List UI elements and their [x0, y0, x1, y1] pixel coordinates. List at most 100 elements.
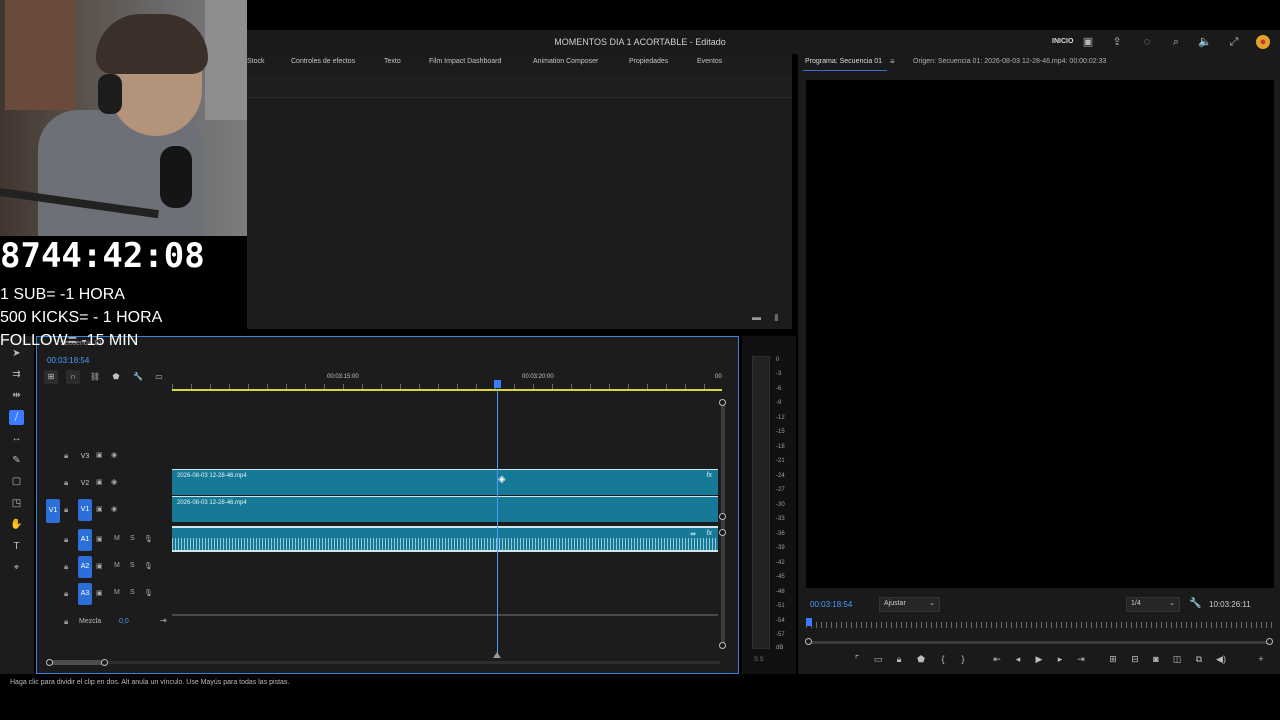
- comparison-view-icon[interactable]: ◫: [1170, 651, 1184, 667]
- wrench-icon[interactable]: 🔧: [1189, 598, 1201, 609]
- add-button-icon[interactable]: +: [1254, 651, 1268, 667]
- linked-selection-icon[interactable]: ⛓: [88, 370, 102, 384]
- overwrite-icon[interactable]: ⊟: [1128, 651, 1142, 667]
- insert-icon[interactable]: ⊞: [1106, 651, 1120, 667]
- go-to-end-icon[interactable]: ⇥: [160, 616, 167, 625]
- type-tool-icon[interactable]: T: [9, 539, 24, 554]
- mark-in-icon[interactable]: ⌜: [850, 651, 864, 667]
- timeline-horizontal-scrollbar[interactable]: [48, 661, 720, 664]
- scroll-end-handle[interactable]: [1266, 638, 1273, 645]
- eye-icon[interactable]: ◉: [111, 451, 117, 459]
- playhead[interactable]: [494, 380, 501, 388]
- share-icon[interactable]: ⇪: [1110, 35, 1124, 49]
- go-to-out-icon[interactable]: ⇥: [1074, 651, 1088, 667]
- step-back-icon[interactable]: ◂: [1011, 651, 1025, 667]
- play-icon[interactable]: ▶: [1032, 651, 1046, 667]
- lock-icon[interactable]: 🔒︎: [64, 451, 68, 461]
- safe-margins-icon[interactable]: ▭: [871, 651, 885, 667]
- solo-button[interactable]: S: [130, 589, 135, 596]
- inicio-button[interactable]: INICIO: [1052, 38, 1073, 45]
- tab-stock[interactable]: Stock: [247, 58, 265, 65]
- lock-icon[interactable]: 🔒︎: [892, 651, 906, 667]
- lock-icon[interactable]: 🔒︎: [64, 505, 68, 515]
- track-label-v3[interactable]: V3: [78, 450, 92, 463]
- scroll-bottom-handle[interactable]: [719, 642, 726, 649]
- trash-icon[interactable]: ▮: [774, 312, 779, 323]
- scroll-top-handle[interactable]: [719, 399, 726, 406]
- step-forward-icon[interactable]: ▸: [1053, 651, 1067, 667]
- fullscreen-icon[interactable]: ⤢: [1227, 35, 1241, 49]
- work-area-bar[interactable]: [172, 389, 722, 391]
- resolution-dropdown[interactable]: 1/4 ⌄: [1126, 597, 1180, 612]
- caption-tool-icon[interactable]: ⌖: [9, 560, 24, 575]
- frame-tool-icon[interactable]: ◳: [9, 496, 24, 511]
- program-time-ruler[interactable]: [806, 622, 1274, 628]
- folder-icon[interactable]: ▬: [752, 312, 761, 322]
- slip-tool-icon[interactable]: ↔: [9, 431, 24, 446]
- meter-solo-buttons[interactable]: S S: [754, 657, 764, 663]
- out-point-icon[interactable]: }: [956, 651, 970, 667]
- mute-button[interactable]: M: [114, 535, 120, 542]
- track-label-v1[interactable]: V1: [78, 499, 92, 521]
- tab-properties[interactable]: Propiedades: [629, 58, 668, 65]
- source-patch-v1[interactable]: V1: [46, 499, 60, 523]
- scroll-end-handle[interactable]: [101, 659, 108, 666]
- sync-lock-icon[interactable]: ▣: [96, 505, 103, 513]
- camera-icon[interactable]: ◙: [1149, 651, 1163, 667]
- audio-icon[interactable]: ◀): [1214, 651, 1228, 667]
- video-clip-v2[interactable]: 2026-08-03 12-28-46.mp4 fx: [172, 469, 718, 495]
- microphone-icon[interactable]: 🎙︎: [144, 535, 153, 543]
- track-label-a2[interactable]: A2: [78, 556, 92, 578]
- scroll-split-handle[interactable]: [719, 513, 726, 520]
- lock-icon[interactable]: 🔒︎: [64, 478, 68, 488]
- nest-icon[interactable]: ⊞: [44, 370, 58, 384]
- add-marker-icon[interactable]: ⬟: [109, 370, 123, 384]
- search-icon[interactable]: ⌕: [1169, 35, 1183, 49]
- microphone-icon[interactable]: 🎙︎: [144, 589, 153, 597]
- scroll-start-handle[interactable]: [805, 638, 812, 645]
- razor-tool-icon[interactable]: ⧸: [9, 410, 24, 425]
- panel-menu-icon[interactable]: ≡: [890, 57, 895, 66]
- eye-icon[interactable]: ◉: [111, 505, 117, 513]
- tab-effect-controls[interactable]: Controles de efectos: [291, 58, 355, 65]
- timeline-vertical-scrollbar[interactable]: [721, 403, 725, 645]
- lock-icon[interactable]: 🔒︎: [64, 562, 68, 572]
- snap-icon[interactable]: ∩: [66, 370, 80, 384]
- video-clip-v1[interactable]: 2026-08-03 12-28-46.mp4: [172, 496, 718, 522]
- mute-button[interactable]: M: [114, 562, 120, 569]
- lock-icon[interactable]: 🔒︎: [64, 617, 68, 627]
- solo-button[interactable]: S: [130, 535, 135, 542]
- ripple-edit-tool-icon[interactable]: ⇹: [9, 388, 24, 403]
- mix-volume-value[interactable]: 0,0: [119, 618, 129, 625]
- scroll-start-handle[interactable]: [46, 659, 53, 666]
- captions-icon[interactable]: ▭: [152, 370, 166, 384]
- sync-lock-icon[interactable]: ▣: [96, 562, 103, 570]
- go-to-in-icon[interactable]: ⇤: [990, 651, 1004, 667]
- pen-tool-icon[interactable]: ✎: [9, 453, 24, 468]
- track-label-v2[interactable]: V2: [78, 477, 92, 490]
- tab-animation-composer[interactable]: Animation Composer: [533, 58, 598, 65]
- mute-button[interactable]: M: [114, 589, 120, 596]
- solo-button[interactable]: S: [130, 562, 135, 569]
- eye-icon[interactable]: ◉: [111, 478, 117, 486]
- scroll-split-handle[interactable]: [719, 529, 726, 536]
- tab-text[interactable]: Texto: [384, 58, 401, 65]
- microphone-icon[interactable]: 🎙︎: [144, 562, 153, 570]
- rectangle-tool-icon[interactable]: ▢: [9, 474, 24, 489]
- fit-dropdown[interactable]: Ajustar ⌄: [879, 597, 940, 612]
- tab-events[interactable]: Eventos: [697, 58, 722, 65]
- tab-program-monitor[interactable]: Programa: Secuencia 01: [805, 58, 882, 65]
- lock-icon[interactable]: 🔒︎: [64, 589, 68, 599]
- avatar[interactable]: ●: [1256, 35, 1270, 49]
- speaker-icon[interactable]: 🔈: [1198, 35, 1212, 49]
- timeline-timecode[interactable]: 00:03:18:54: [47, 356, 89, 365]
- program-playhead[interactable]: [806, 618, 812, 626]
- program-timecode[interactable]: 00:03:18:54: [810, 600, 852, 609]
- sync-lock-icon[interactable]: ▣: [96, 478, 103, 486]
- program-zoom-scrollbar[interactable]: [808, 641, 1272, 644]
- tab-film-impact-dashboard[interactable]: Film Impact Dashboard: [429, 58, 501, 65]
- sync-lock-icon[interactable]: ▣: [96, 589, 103, 597]
- hand-tool-icon[interactable]: ✋: [9, 517, 24, 532]
- sync-lock-icon[interactable]: ▣: [96, 451, 103, 459]
- panel-layout-icon[interactable]: ▣: [1081, 35, 1095, 49]
